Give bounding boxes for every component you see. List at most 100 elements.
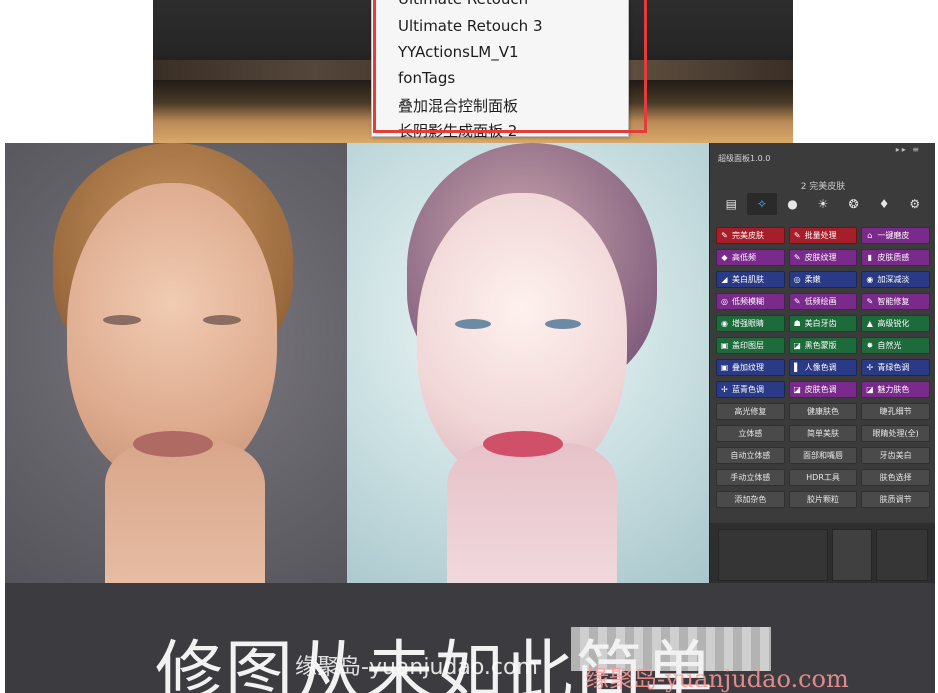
panel-button[interactable]: ▣ 叠加纹理 (716, 359, 785, 376)
menu-item-yyactions[interactable]: YYActionsLM_V1 (398, 43, 519, 61)
panel-button[interactable]: 面部和嘴唇 (788, 447, 858, 464)
tab-brush-icon[interactable]: ● (777, 193, 808, 215)
tab-color-icon[interactable]: ❂ (838, 193, 869, 215)
panel-button[interactable]: 眼睛处理(全) (861, 425, 931, 442)
panel-button[interactable]: ▮ 皮肤质感 (861, 249, 931, 266)
panel-button-label: 胶片颗粒 (807, 495, 839, 504)
panel-button-row: ◎ 低频模糊 ✎ 低频绘画 ✎ 智能修复 (716, 293, 931, 310)
panel-button[interactable]: ✎ 低频绘画 (788, 293, 858, 310)
panel-button[interactable]: 高光修复 (716, 403, 785, 420)
eye-left-before (103, 315, 141, 325)
menu-item-ultimate-retouch-3[interactable]: Ultimate Retouch 3 (398, 17, 543, 35)
menu-item-shadow-panel[interactable]: 长阴影生成面板 2 (398, 120, 517, 141)
panel-button[interactable]: ◪ 黑色蒙版 (788, 337, 858, 354)
watermark-text-1: 缘聚岛-yuanjudao.com (295, 655, 538, 680)
panel-button[interactable]: 手动立体感 (716, 469, 785, 486)
tab-gem-icon[interactable]: ♦ (869, 193, 900, 215)
tab-document-icon[interactable]: ▤ (716, 193, 747, 215)
super-retouch-panel: 超级面板1.0.0 ▸▸ ≡ 2 完美皮肤 ▤ ✧ ● ☀ ❂ ♦ ⚙ ✎ 完美皮肤 ✎ 批量处理… (709, 143, 935, 583)
panel-button[interactable]: ◪ 魅力肤色 (861, 381, 931, 398)
panel-button[interactable]: ✎ 智能修复 (861, 293, 931, 310)
panel-window-controls[interactable]: ▸▸ ≡ (896, 145, 921, 154)
panel-button[interactable]: ✎ 皮肤纹理 (788, 249, 858, 266)
panel-button[interactable]: ▲ 高级锐化 (861, 315, 931, 332)
panel-button-grid: ✎ 完美皮肤 ✎ 批量处理 ⌂ 一键磨皮 ◆ 高低频 ✎ 皮肤纹理 ▮ 皮肤质感 ◢ 美白肌肤 ◎ 柔嫩 ◉ 加深… (716, 227, 931, 513)
panel-button-label: 肤色选择 (879, 473, 912, 482)
panel-button-row: ◉ 增强眼睛 ☗ 美白牙齿 ▲ 高级锐化 (716, 315, 931, 332)
panel-button[interactable]: ◎ 柔嫩 (788, 271, 858, 288)
panel-button-row: 高光修复 健康肤色 睫孔细节 (716, 403, 931, 420)
panel-button-icon: ☗ (793, 319, 801, 328)
neck-before (105, 443, 265, 583)
panel-button[interactable]: ✢ 青绿色调 (861, 359, 931, 376)
panel-button[interactable]: 立体感 (716, 425, 785, 442)
panel-button-label: 美白肌肤 (732, 275, 764, 284)
panel-button-icon: ▣ (720, 341, 729, 350)
panel-button[interactable]: 肤质调节 (861, 491, 931, 508)
panel-button-icon: ◉ (866, 275, 874, 284)
panel-button-label: 皮肤色调 (804, 385, 837, 394)
panel-button[interactable]: ▣ 盖印图层 (716, 337, 785, 354)
panel-button-label: 自动立体感 (730, 451, 771, 460)
panel-button[interactable]: 健康肤色 (788, 403, 858, 420)
panel-button-row: ▣ 盖印图层 ◪ 黑色蒙版 ✸ 自然光 (716, 337, 931, 354)
panel-button-label: 自然光 (877, 341, 902, 350)
tab-heal-icon[interactable]: ✧ (746, 193, 778, 215)
menu-item-blend-panel[interactable]: 叠加混合控制面板 (398, 95, 518, 116)
panel-button-row: 自动立体感 面部和嘴唇 牙齿美白 (716, 447, 931, 464)
panel-button[interactable]: ✎ 完美皮肤 (716, 227, 785, 244)
neck-after (447, 443, 617, 583)
panel-button[interactable]: ◉ 加深减淡 (861, 271, 931, 288)
panel-button[interactable]: ✢ 蓝青色调 (716, 381, 785, 398)
panel-button[interactable]: ◆ 高低频 (716, 249, 785, 266)
menu-item-fontags[interactable]: fonTags (398, 69, 455, 87)
panel-button[interactable]: ◉ 增强眼睛 (716, 315, 785, 332)
panel-button-icon: ◎ (721, 297, 728, 306)
panel-button[interactable]: 简单美肤 (788, 425, 858, 442)
panel-button[interactable]: 睫孔细节 (861, 403, 931, 420)
lips-before (133, 431, 213, 457)
panel-button[interactable]: ⌂ 一键磨皮 (861, 227, 931, 244)
panel-button[interactable]: 胶片颗粒 (788, 491, 858, 508)
before-photo (5, 143, 347, 583)
panel-footer-area-3 (876, 529, 928, 581)
panel-button-label: 增强眼睛 (732, 319, 764, 328)
panel-button[interactable]: 自动立体感 (716, 447, 785, 464)
eye-left-after (455, 319, 491, 329)
panel-button-label: 面部和嘴唇 (803, 451, 843, 460)
panel-button-icon: ◪ (793, 341, 801, 350)
panel-button-label: 柔嫩 (804, 275, 821, 284)
panel-button[interactable]: ▌ 人像色调 (788, 359, 858, 376)
panel-button-icon: ✸ (866, 341, 874, 350)
panel-button-label: 人像色调 (804, 363, 837, 372)
panel-button-label: 美白牙齿 (804, 319, 837, 328)
panel-button-label: 黑色蒙版 (804, 341, 837, 350)
panel-button[interactable]: ✎ 批量处理 (788, 227, 858, 244)
bottom-banner: 修图从未如此简单 缘聚岛-yuanjudao.com 缘聚岛-yuanjudao… (5, 583, 935, 693)
panel-button[interactable]: ◎ 低频模糊 (716, 293, 785, 310)
panel-footer-area-2 (832, 529, 872, 581)
tab-light-icon[interactable]: ☀ (808, 193, 839, 215)
menu-item-ultimate-retouch[interactable]: Ultimate Retouch (398, 0, 528, 8)
panel-button-label: 完美皮肤 (732, 231, 764, 240)
screenshot-root: { "menu": { "items": [ "Ultimate Retouch… (0, 0, 938, 693)
panel-button-row: ✢ 蓝青色调 ◪ 皮肤色调 ◪ 魅力肤色 (716, 381, 931, 398)
panel-button-icon: ▌ (794, 363, 801, 372)
panel-button[interactable]: 牙齿美白 (861, 447, 931, 464)
panel-button-label: 皮肤质感 (877, 253, 910, 262)
panel-button[interactable]: ✸ 自然光 (861, 337, 931, 354)
panel-button-label: 健康肤色 (807, 407, 839, 416)
panel-button[interactable]: ☗ 美白牙齿 (788, 315, 858, 332)
after-photo (347, 143, 709, 583)
panel-button-icon: ◉ (721, 319, 728, 328)
panel-button[interactable]: 肤色选择 (861, 469, 931, 486)
panel-button[interactable]: ◪ 皮肤色调 (788, 381, 858, 398)
panel-button-label: 牙齿美白 (879, 451, 912, 460)
eye-right-after (545, 319, 581, 329)
panel-button-icon: ✎ (721, 231, 728, 240)
tab-settings-icon[interactable]: ⚙ (899, 193, 930, 215)
panel-button-label: 简单美肤 (807, 429, 839, 438)
panel-button[interactable]: 添加杂色 (716, 491, 785, 508)
panel-button[interactable]: HDR工具 (788, 469, 858, 486)
panel-button[interactable]: ◢ 美白肌肤 (716, 271, 785, 288)
